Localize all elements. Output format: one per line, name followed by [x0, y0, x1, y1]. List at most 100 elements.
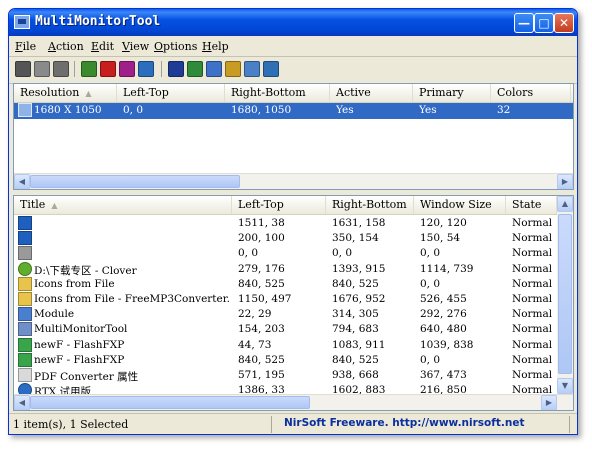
properties-icon[interactable] — [225, 61, 241, 77]
cell-colors: 32 — [497, 104, 511, 116]
column-header-window-size[interactable]: Window Size — [414, 196, 506, 214]
cell-right-bottom: 1631, 158 — [332, 217, 386, 229]
scroll-thumb[interactable] — [30, 175, 240, 188]
window-row[interactable]: D:\下载专区 - Clover 279, 176 1393, 915 1114, 7… — [14, 261, 557, 278]
monitors-header: Resolution ▲ Left-Top Right-Bottom Active Pri… — [14, 84, 573, 103]
window-row[interactable]: Module 22, 29 314, 305 292, 276 Normal — [14, 307, 557, 323]
exit-icon[interactable] — [263, 61, 279, 77]
menu-edit[interactable]: Edit — [91, 40, 114, 53]
save-icon[interactable] — [168, 61, 184, 77]
window-row[interactable]: Icons from File - FreeMP3Converter... 115… — [14, 292, 557, 308]
move-window-icon[interactable] — [138, 61, 154, 77]
menu-action[interactable]: Action — [48, 40, 84, 53]
menu-accelerator: O — [154, 40, 164, 53]
scroll-left-icon[interactable]: ◀ — [14, 395, 30, 410]
window-row[interactable]: 1511, 38 1631, 158 120, 120 Normal — [14, 216, 557, 232]
cell-left-top: 840, 525 — [238, 353, 285, 366]
scroll-thumb[interactable] — [30, 396, 310, 409]
menu-accelerator: V — [122, 40, 130, 53]
scroll-right-icon[interactable]: ▶ — [557, 174, 573, 189]
windows-hscrollbar[interactable]: ◀ ▶ — [14, 394, 573, 410]
column-header-primary[interactable]: Primary — [413, 84, 491, 102]
window-row[interactable]: 0, 0 0, 0 0, 0 Normal — [14, 246, 557, 262]
app-window: MultiMonitorTool — □ ✕ File Action Edit Vie… — [8, 8, 578, 435]
cell-right-bottom: 1680, 1050 — [231, 104, 292, 116]
column-header-left-top[interactable]: Left-Top — [232, 196, 326, 214]
cell-state: Normal — [512, 232, 553, 245]
scroll-up-icon[interactable]: ▲ — [557, 196, 573, 212]
window-row[interactable]: newF - FlashFXP 840, 525 840, 525 0, 0 Norma… — [14, 352, 557, 369]
maximize-button[interactable]: □ — [534, 13, 554, 33]
refresh-icon[interactable] — [187, 61, 203, 77]
find-icon[interactable] — [244, 61, 260, 77]
window-row[interactable]: newF - FlashFXP 44, 73 1083, 911 1039, 838 N… — [14, 337, 557, 354]
monitor-row[interactable]: 1680 X 1050 0, 0 1680, 1050 Yes Yes 32 — [14, 103, 573, 119]
close-button[interactable]: ✕ — [554, 13, 574, 33]
turn-on-icon[interactable] — [119, 61, 135, 77]
cell-size: 292, 276 — [420, 308, 467, 321]
title-bar[interactable]: MultiMonitorTool — □ ✕ — [9, 9, 577, 36]
cell-left-top: 840, 525 — [238, 277, 285, 290]
menu-file[interactable]: File — [15, 40, 36, 53]
column-header-state[interactable]: State — [506, 196, 557, 214]
menu-accelerator: F — [15, 40, 23, 53]
monitors-hscrollbar[interactable]: ◀ ▶ — [14, 173, 573, 189]
cell-left-top: 154, 203 — [238, 323, 285, 336]
menu-accelerator: H — [202, 40, 212, 53]
monitor-settings-icon[interactable] — [81, 61, 97, 77]
window-row[interactable]: Icons from File 840, 525 840, 525 0, 0 Norma… — [14, 276, 557, 293]
column-header-right-bottom[interactable]: Right-Bottom — [225, 84, 330, 102]
column-header-left-top[interactable]: Left-Top — [117, 84, 225, 102]
column-header-colors[interactable]: Colors — [491, 84, 571, 102]
window-row[interactable]: 200, 100 350, 154 150, 54 Normal — [14, 231, 557, 247]
column-header-label: Window Size — [420, 198, 492, 211]
menu-label-rest: ction — [55, 40, 84, 53]
cell-size: 0, 0 — [420, 247, 441, 260]
window-row[interactable]: MultiMonitorTool 154, 203 794, 683 640, 480… — [14, 322, 557, 338]
scroll-thumb[interactable] — [558, 214, 572, 374]
minimize-button[interactable]: — — [514, 13, 534, 33]
scroll-down-icon[interactable]: ▼ — [557, 378, 573, 394]
menu-view[interactable]: View — [122, 40, 149, 53]
column-header-right-bottom[interactable]: Right-Bottom — [326, 196, 414, 214]
column-header-label: Active — [336, 86, 371, 99]
monitors-list[interactable]: Resolution ▲ Left-Top Right-Bottom Active Pri… — [13, 83, 574, 190]
disable-monitor-icon[interactable] — [15, 61, 31, 77]
column-header-label: Right-Bottom — [332, 198, 407, 211]
cell-right-bottom: 350, 154 — [332, 232, 379, 245]
cell-title: Module — [34, 308, 75, 321]
document-icon — [18, 368, 32, 382]
cell-state: Normal — [512, 217, 553, 229]
cell-left-top: 571, 195 — [238, 369, 285, 381]
cell-left-top: 22, 29 — [238, 308, 272, 321]
window-row[interactable]: PDF Converter 属性 571, 195 938, 668 367, 473… — [14, 368, 557, 384]
menu-label-rest: ptions — [163, 40, 198, 53]
column-header-title[interactable]: Title ▲ — [14, 196, 232, 214]
menu-label-rest: iew — [129, 40, 150, 53]
nirsoft-link[interactable]: NirSoft Freeware. http://www.nirsoft.net — [284, 417, 524, 429]
cell-left-top: 1150, 497 — [238, 293, 292, 305]
windows-list[interactable]: Title ▲ Left-Top Right-Bottom Window Size Sta… — [13, 195, 574, 411]
sort-arrow-icon: ▲ — [85, 89, 92, 98]
copy-icon[interactable] — [206, 61, 222, 77]
status-divider — [569, 416, 570, 433]
menu-help[interactable]: Help — [202, 40, 229, 53]
cell-state: Normal — [512, 338, 553, 351]
cell-size: 367, 473 — [420, 369, 467, 381]
column-header-resolution[interactable]: Resolution ▲ — [14, 84, 117, 102]
cell-primary: Yes — [419, 104, 437, 116]
cell-title: newF - FlashFXP — [34, 353, 125, 366]
menu-options[interactable]: Options — [154, 40, 197, 53]
column-header-active[interactable]: Active — [330, 84, 413, 102]
cell-active: Yes — [336, 104, 354, 116]
cell-right-bottom: 938, 668 — [332, 369, 379, 381]
turn-off-icon[interactable] — [100, 61, 116, 77]
cell-size: 1039, 838 — [420, 338, 474, 351]
cell-size: 120, 120 — [420, 217, 467, 229]
scroll-left-icon[interactable]: ◀ — [14, 174, 30, 189]
enable-monitor-icon[interactable] — [34, 61, 50, 77]
windows-vscrollbar[interactable]: ▲ ▼ — [557, 196, 573, 394]
switch-monitor-icon[interactable] — [53, 61, 69, 77]
scroll-right-icon[interactable]: ▶ — [541, 395, 557, 410]
cell-left-top: 44, 73 — [238, 338, 272, 351]
